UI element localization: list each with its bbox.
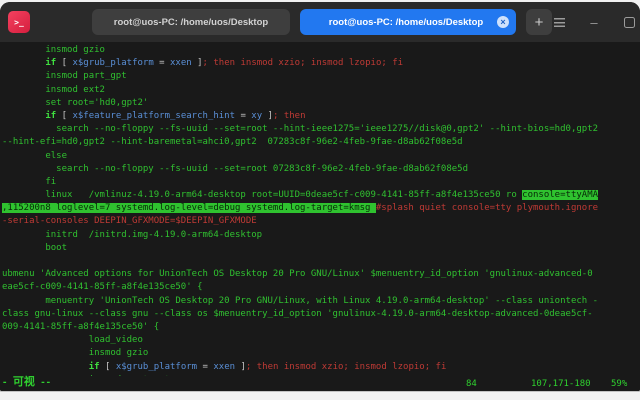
new-tab-button[interactable]: +	[526, 9, 552, 35]
terminal-line: initrd /initrd.img-4.19.0-arm64-desktop	[2, 229, 640, 242]
terminal-line: search --no-floppy --fs-uuid --set=root …	[2, 123, 640, 136]
vim-statusline: - 可视 -- 84 107,171-180 59%	[0, 376, 640, 391]
terminal-line: if [ x$grub_platform = xxen ]; then insm…	[2, 361, 640, 374]
terminal-line: menuentry 'UnionTech OS Desktop 20 Pro G…	[2, 295, 640, 308]
terminal-line: eae5cf-c009-4141-85ff-a8f4e135ce50' {	[2, 281, 640, 294]
terminal-line: insmod ext2	[2, 84, 640, 97]
terminal-line: 009-4141-85ff-a8f4e135ce50' {	[2, 321, 640, 334]
terminal-line: set root='hd0,gpt2'	[2, 97, 640, 110]
terminal-line: linux /vmlinuz-4.19.0-arm64-desktop root…	[2, 189, 640, 202]
desktop-background	[0, 392, 640, 400]
vim-ruler: 107,171-180	[531, 379, 591, 389]
terminal-line: else	[2, 150, 640, 163]
terminal-window: >_ root@uos-PC: /home/uos/Desktop root@u…	[0, 2, 640, 391]
tab-bar: >_ root@uos-PC: /home/uos/Desktop root@u…	[0, 2, 640, 42]
tab-inactive[interactable]: root@uos-PC: /home/uos/Desktop	[92, 9, 290, 35]
minimize-button[interactable]: –	[587, 15, 601, 29]
terminal-line: insmod gzio	[2, 44, 640, 57]
terminal-line: insmod gzio	[2, 347, 640, 360]
tab-active[interactable]: root@uos-PC: /home/uos/Desktop ×	[300, 9, 516, 35]
vim-selection-count: 84	[466, 379, 477, 389]
terminal-line: class gnu-linux --class gnu --class os $…	[2, 308, 640, 321]
terminal-line: boot	[2, 242, 640, 255]
window-controls: – ×	[552, 15, 640, 29]
terminal-app-icon: >_	[8, 11, 30, 33]
tab-close-icon[interactable]: ×	[497, 16, 509, 28]
tab-label: root@uos-PC: /home/uos/Desktop	[114, 17, 268, 28]
terminal-line: if [ x$grub_platform = xxen ]; then insm…	[2, 57, 640, 70]
vim-mode-text: 可视	[13, 375, 35, 388]
terminal-line: fi	[2, 176, 640, 189]
menu-icon	[554, 18, 565, 27]
vim-mode-indicator: - 可视 --	[2, 373, 51, 389]
vim-scroll-percent: 59%	[611, 379, 627, 389]
terminal-line	[2, 255, 640, 268]
tab-label: root@uos-PC: /home/uos/Desktop	[329, 17, 483, 28]
terminal-line: ubmenu 'Advanced options for UnionTech O…	[2, 268, 640, 281]
terminal-line: if [ x$feature_platform_search_hint = xy…	[2, 110, 640, 123]
terminal-line: insmod part_gpt	[2, 70, 640, 83]
terminal-line: -serial-consoles DEEPIN_GFXMODE=$DEEPIN_…	[2, 215, 640, 228]
terminal-content[interactable]: insmod gzio if [ x$grub_platform = xxen …	[0, 42, 640, 376]
terminal-line: ,115200n8 loglevel=7 systemd.log-level=d…	[2, 202, 640, 215]
maximize-button[interactable]	[622, 15, 636, 29]
menu-button[interactable]	[552, 15, 566, 29]
terminal-line: load_video	[2, 334, 640, 347]
terminal-line: --hint-efi=hd0,gpt2 --hint-baremetal=ahc…	[2, 136, 640, 149]
maximize-icon	[624, 17, 635, 28]
terminal-line: search --no-floppy --fs-uuid --set=root …	[2, 163, 640, 176]
